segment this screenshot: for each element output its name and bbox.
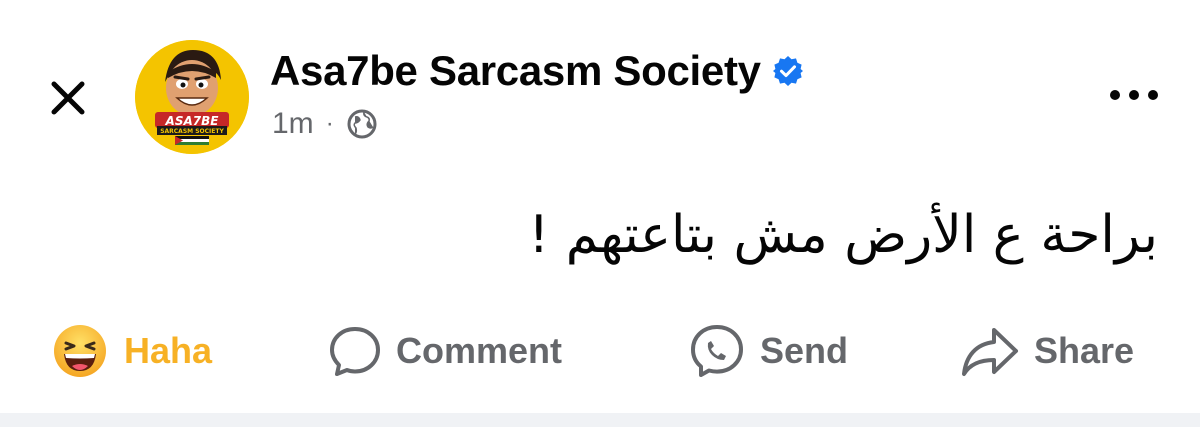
share-label: Share — [1034, 330, 1135, 371]
avatar-sub-text: SARCASM SOCIETY — [160, 128, 224, 135]
share-button[interactable]: Share — [960, 315, 1134, 387]
comment-icon — [330, 327, 380, 376]
close-button[interactable] — [40, 70, 96, 126]
more-options-icon[interactable] — [1104, 80, 1164, 110]
page-name-link[interactable]: Asa7be Sarcasm Society — [270, 46, 761, 96]
share-arrow-icon — [962, 328, 1018, 376]
more-dot — [1129, 90, 1139, 100]
post-action-bar: Haha Comment Send Share — [0, 315, 1200, 387]
haha-reaction-icon — [54, 325, 106, 377]
post-meta: 1m · — [272, 106, 380, 142]
close-icon — [51, 81, 85, 115]
page-avatar[interactable]: ASA7BE SARCASM SOCIETY — [135, 40, 249, 154]
avatar-logo: ASA7BE SARCASM SOCIETY — [135, 40, 249, 154]
messenger-icon — [691, 325, 743, 377]
more-dot — [1110, 90, 1120, 100]
send-label: Send — [760, 330, 849, 371]
meta-separator: · — [325, 110, 334, 137]
post-body-text: براحة ع الأرض مش بتاعتهم ! — [528, 205, 1158, 265]
post-timestamp[interactable]: 1m — [272, 106, 314, 142]
haha-label: Haha — [124, 330, 213, 371]
feed-separator — [0, 413, 1200, 427]
comment-button[interactable]: Comment — [328, 315, 562, 387]
avatar-brand-text: ASA7BE — [165, 114, 220, 128]
verified-badge-icon — [771, 54, 805, 88]
globe-icon[interactable] — [346, 107, 380, 141]
haha-reaction-button[interactable]: Haha — [52, 315, 212, 387]
post-header: Asa7be Sarcasm Society — [270, 46, 805, 96]
more-dot — [1148, 90, 1158, 100]
send-button[interactable]: Send — [688, 315, 848, 387]
comment-label: Comment — [396, 330, 563, 371]
